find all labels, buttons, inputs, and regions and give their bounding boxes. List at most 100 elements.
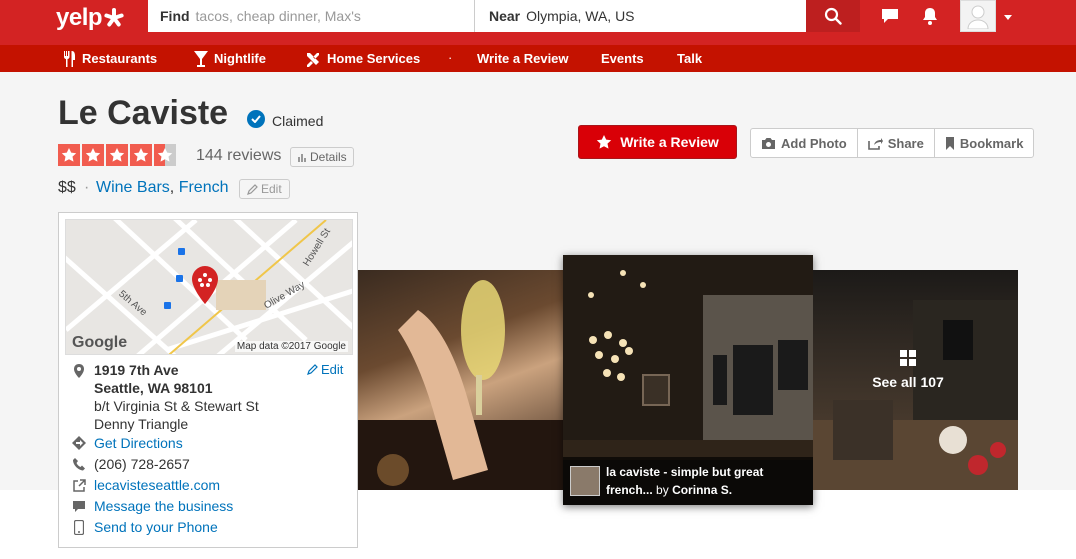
google-logo: Google xyxy=(72,334,128,351)
external-link-icon xyxy=(71,477,87,493)
near-label: Near xyxy=(489,8,521,24)
get-directions-row[interactable]: Get Directions xyxy=(71,435,183,451)
find-label: Find xyxy=(160,8,190,24)
bookmark-label: Bookmark xyxy=(959,135,1024,151)
nav-home-services[interactable]: Home Services xyxy=(305,45,420,72)
add-photo-button[interactable]: Add Photo xyxy=(751,129,858,157)
category-nav: Restaurants Nightlife Home Services · Wr… xyxy=(0,45,1076,72)
send-phone-row[interactable]: Send to your Phone xyxy=(71,519,218,535)
nav-label: Talk xyxy=(677,51,703,66)
half-star-icon xyxy=(154,144,176,166)
caption-title: la caviste - simple but great xyxy=(606,465,764,479)
map-box: 5th Ave Olive Way Howell St Google Map d… xyxy=(58,212,358,548)
category-link-french[interactable]: French xyxy=(179,179,229,196)
details-label: Details xyxy=(310,150,347,164)
phone-icon xyxy=(71,456,87,472)
map-marker-icon[interactable] xyxy=(192,266,218,304)
caption-by: by xyxy=(656,483,669,497)
nav-label: Home Services xyxy=(327,51,421,66)
star-icon xyxy=(130,144,152,166)
get-directions-link[interactable]: Get Directions xyxy=(94,435,183,451)
bookmark-button[interactable]: Bookmark xyxy=(935,129,1034,157)
top-header: yelp Find tacos, cheap dinner, Max's Nea… xyxy=(0,0,1076,45)
write-review-label: Write a Review xyxy=(620,134,719,150)
yelp-burst-icon xyxy=(103,8,125,28)
caption-text: la caviste - simple but great french... … xyxy=(606,463,763,499)
send-to-phone-link[interactable]: Send to your Phone xyxy=(94,519,218,535)
pencil-icon xyxy=(247,183,258,195)
caption-title-continued: french... xyxy=(606,483,653,497)
website-row[interactable]: lecavisteseattle.com xyxy=(71,477,220,493)
checkmark-icon xyxy=(247,110,265,128)
search-near-input[interactable]: Near Olympia, WA, US xyxy=(475,0,860,32)
photo-wine-glass[interactable] xyxy=(358,270,563,490)
website-link[interactable]: lecavisteseattle.com xyxy=(94,477,220,493)
user-avatar[interactable] xyxy=(960,0,996,32)
nav-restaurants[interactable]: Restaurants xyxy=(62,45,157,72)
write-review-button[interactable]: Write a Review xyxy=(578,125,737,159)
fork-knife-icon xyxy=(64,50,75,67)
search-find-input[interactable]: Find tacos, cheap dinner, Max's xyxy=(148,0,475,32)
reviewer-avatar[interactable] xyxy=(570,466,600,496)
share-button[interactable]: Share xyxy=(858,129,935,157)
nav-nightlife[interactable]: Nightlife xyxy=(194,45,266,72)
map-credit: Map data ©2017 Google xyxy=(234,341,348,352)
nav-talk[interactable]: Talk xyxy=(677,45,702,72)
search-button[interactable] xyxy=(806,0,860,32)
edit-label: Edit xyxy=(261,182,282,196)
logo-text: yelp xyxy=(56,4,103,31)
caret-down-icon[interactable] xyxy=(1000,10,1016,24)
add-photo-label: Add Photo xyxy=(781,135,847,151)
yelp-logo[interactable]: yelp xyxy=(56,4,125,32)
edit-address-button[interactable]: Edit xyxy=(307,362,343,377)
directions-icon xyxy=(71,435,87,451)
messages-icon[interactable] xyxy=(878,4,902,28)
photo-caption[interactable]: la caviste - simple but great french... … xyxy=(563,457,813,505)
business-name: Le Caviste xyxy=(58,94,229,132)
find-placeholder: tacos, cheap dinner, Max's xyxy=(195,8,361,24)
share-icon xyxy=(867,137,883,150)
star-icon xyxy=(82,144,104,166)
details-button[interactable]: Details xyxy=(290,147,354,167)
star-icon xyxy=(106,144,128,166)
photo-featured[interactable]: la caviste - simple but great french... … xyxy=(563,255,813,505)
photo-image xyxy=(358,280,563,490)
tools-icon xyxy=(307,52,319,67)
nav-events[interactable]: Events xyxy=(601,45,644,72)
grid-icon xyxy=(900,350,916,366)
nav-label: Events xyxy=(601,51,644,66)
see-all-photos[interactable]: See all 107 xyxy=(813,350,1003,390)
map[interactable]: 5th Ave Olive Way Howell St Google Map d… xyxy=(65,219,353,355)
bookmark-icon xyxy=(945,136,954,150)
nav-write-review[interactable]: Write a Review xyxy=(477,45,569,72)
message-row[interactable]: Message the business xyxy=(71,498,233,514)
business-actions: Add Photo Share Bookmark xyxy=(750,128,1035,158)
notifications-icon[interactable] xyxy=(918,4,942,28)
nav-label: Restaurants xyxy=(82,51,158,66)
claimed-label[interactable]: Claimed xyxy=(272,113,323,129)
location-pin-icon xyxy=(71,363,87,379)
cocktail-icon xyxy=(194,50,208,67)
address-neighborhood: Denny Triangle xyxy=(94,416,189,432)
search-bar: Find tacos, cheap dinner, Max's Near Oly… xyxy=(148,0,860,32)
star-rating xyxy=(58,144,176,166)
address-street: 1919 7th Ave xyxy=(94,362,179,378)
message-business-link[interactable]: Message the business xyxy=(94,498,233,514)
share-label: Share xyxy=(887,135,924,151)
search-icon xyxy=(824,7,842,25)
category-link-wine-bars[interactable]: Wine Bars xyxy=(96,179,170,196)
photo-see-all[interactable]: See all 107 xyxy=(813,270,1018,490)
address-cross-streets: b/t Virginia St & Stewart St xyxy=(94,398,259,414)
review-count: 144 reviews xyxy=(196,147,282,164)
caption-author[interactable]: Corinna S. xyxy=(672,483,732,497)
phone-number: (206) 728-2657 xyxy=(94,456,190,472)
star-icon xyxy=(597,135,612,149)
edit-categories-button[interactable]: Edit xyxy=(239,179,290,199)
edit-address-label: Edit xyxy=(321,362,344,377)
nav-separator: · xyxy=(448,50,453,65)
category-separator: · xyxy=(84,179,90,196)
address-city: Seattle, WA 98101 xyxy=(94,380,213,396)
see-all-label: See all 107 xyxy=(872,374,944,390)
nav-label: Write a Review xyxy=(477,51,569,66)
categories: Wine Bars, French xyxy=(96,179,228,197)
